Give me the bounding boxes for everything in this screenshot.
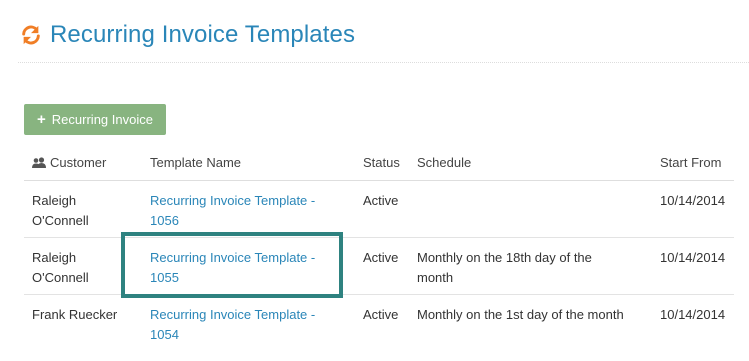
refresh-icon [22, 25, 40, 45]
table-row: Raleigh O'Connell Recurring Invoice Templ… [24, 181, 734, 238]
customer-cell: Frank Ruecker [32, 307, 118, 322]
schedule-cell: Monthly on the 18th day of the month [417, 250, 592, 285]
column-header-customer[interactable]: Customer [32, 153, 132, 173]
status-cell: Active [363, 307, 399, 322]
users-icon [32, 157, 46, 168]
page-title: Recurring Invoice Templates [50, 21, 356, 48]
table-header-row: Customer Template Name Status Schedule S… [24, 143, 734, 181]
column-header-template[interactable]: Template Name [150, 153, 340, 173]
table-row: Raleigh O'Connell Recurring Invoice Templ… [24, 238, 734, 295]
table-row: Frank Ruecker Recurring Invoice Template… [24, 295, 734, 351]
template-link[interactable]: Recurring Invoice Template -1056 [150, 191, 340, 231]
template-link[interactable]: Recurring Invoice Template -1054 [150, 305, 340, 345]
status-cell: Active [363, 250, 399, 265]
template-link[interactable]: Recurring Invoice Template -1055 [150, 248, 340, 288]
customer-header-label: Customer [50, 155, 107, 170]
schedule-cell: Monthly on the 1st day of the month [417, 307, 624, 322]
status-cell: Active [363, 193, 399, 208]
column-header-start-from[interactable]: Start From [660, 153, 734, 173]
header-divider [18, 62, 749, 63]
recurring-invoice-table: Customer Template Name Status Schedule S… [24, 143, 734, 351]
customer-cell: Raleigh O'Connell [32, 250, 89, 285]
page-header: Recurring Invoice Templates [20, 18, 355, 52]
start-date-cell: 10/14/2014 [660, 307, 726, 322]
add-recurring-invoice-button[interactable]: + Recurring Invoice [24, 104, 166, 135]
column-header-status[interactable]: Status [363, 153, 413, 173]
start-date-cell: 10/14/2014 [660, 193, 726, 208]
start-date-cell: 10/14/2014 [660, 250, 726, 265]
add-button-label: Recurring Invoice [51, 112, 153, 127]
customer-cell: Raleigh O'Connell [32, 193, 89, 228]
column-header-schedule[interactable]: Schedule [417, 153, 657, 173]
plus-icon: + [37, 111, 46, 128]
schedule-cell [417, 191, 657, 211]
